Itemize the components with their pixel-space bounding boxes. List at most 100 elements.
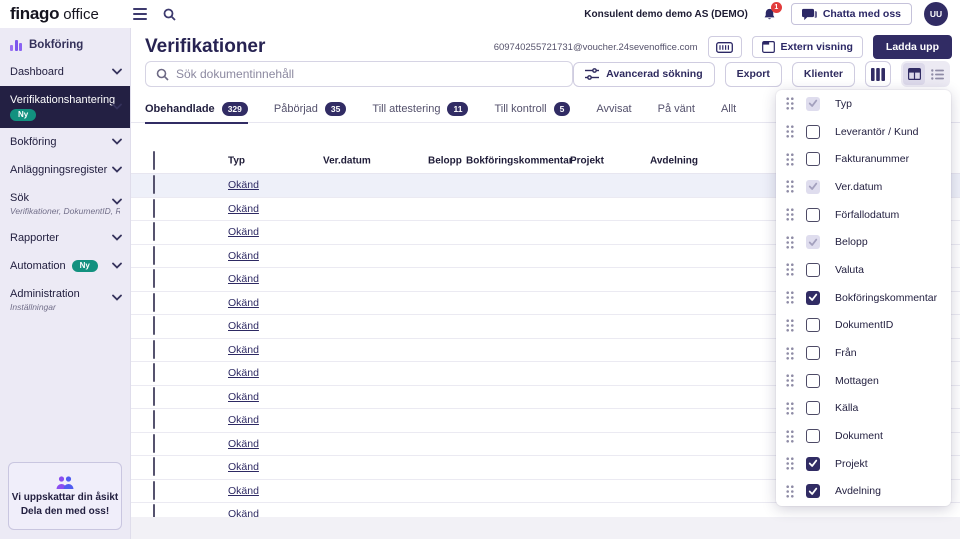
grip-icon[interactable] — [786, 263, 794, 277]
row-checkbox[interactable] — [153, 316, 155, 336]
search-icon[interactable] — [163, 8, 176, 21]
tab-obehandlade[interactable]: Obehandlade 329 — [145, 96, 248, 124]
column-header-belopp[interactable]: Belopp — [428, 155, 462, 166]
grip-icon[interactable] — [786, 402, 794, 415]
column-checkbox[interactable] — [806, 235, 820, 250]
extern-visning-button[interactable]: Extern visning — [751, 36, 863, 58]
row-typ-link[interactable]: Okänd — [228, 273, 259, 285]
column-checkbox[interactable] — [806, 262, 820, 277]
grip-icon[interactable] — [786, 429, 794, 443]
column-checkbox[interactable] — [806, 96, 820, 111]
grip-icon[interactable] — [786, 457, 794, 470]
export-button[interactable]: Export — [724, 61, 782, 87]
grip-icon[interactable] — [786, 374, 794, 387]
row-typ-link[interactable]: Okänd — [228, 391, 259, 403]
column-checkbox[interactable] — [806, 484, 820, 499]
select-all-checkbox[interactable] — [153, 150, 155, 170]
avatar[interactable]: UU — [924, 2, 948, 26]
row-typ-link[interactable]: Okänd — [228, 414, 259, 426]
chat-button[interactable]: Chatta med oss — [790, 3, 912, 25]
column-picker-item-typ[interactable]: Typ — [776, 90, 951, 118]
voucher-keyboard-button[interactable] — [707, 36, 742, 58]
column-picker-item-bokf-ringskommentar[interactable]: Bokföringskommentar — [776, 284, 951, 312]
sidebar-item-administration[interactable]: Administration Inställningar — [0, 280, 130, 320]
column-header-typ[interactable]: Typ — [228, 155, 245, 166]
row-typ-link[interactable]: Okänd — [228, 297, 259, 309]
row-checkbox[interactable] — [153, 480, 155, 500]
row-checkbox[interactable] — [153, 175, 155, 195]
grip-icon[interactable] — [786, 236, 794, 249]
feedback-card[interactable]: Vi uppskattar din åsikt Dela den med oss… — [8, 462, 122, 530]
sidebar-item-dashboard[interactable]: Dashboard — [0, 58, 130, 86]
row-typ-link[interactable]: Okänd — [228, 485, 259, 497]
column-checkbox[interactable] — [806, 401, 820, 416]
column-picker-button[interactable] — [865, 61, 891, 87]
column-picker-item-fakturanummer[interactable]: Fakturanummer — [776, 145, 951, 173]
sidebar-item-rapporter[interactable]: Rapporter — [0, 224, 130, 252]
column-checkbox[interactable] — [806, 456, 820, 471]
column-picker-item-mottagen[interactable]: Mottagen — [776, 367, 951, 395]
account-name[interactable]: Konsulent demo demo AS (DEMO) — [584, 9, 748, 20]
sidebar-item-s-k[interactable]: Sök Verifikationer, DokumentID, R... — [0, 184, 130, 224]
row-typ-link[interactable]: Okänd — [228, 179, 259, 191]
row-typ-link[interactable]: Okänd — [228, 250, 259, 262]
column-picker-item-fr-n[interactable]: Från — [776, 339, 951, 367]
row-checkbox[interactable] — [153, 339, 155, 359]
column-checkbox[interactable] — [806, 373, 820, 388]
column-checkbox[interactable] — [806, 290, 820, 305]
column-picker-item-dokument[interactable]: Dokument — [776, 422, 951, 450]
sidebar-item-anl-ggningsregister[interactable]: Anläggningsregister — [0, 156, 130, 184]
tab-till-kontroll[interactable]: Till kontroll 5 — [494, 96, 571, 123]
row-typ-link[interactable]: Okänd — [228, 320, 259, 332]
grip-icon[interactable] — [786, 180, 794, 194]
row-typ-link[interactable]: Okänd — [228, 367, 259, 379]
column-checkbox[interactable] — [806, 152, 820, 167]
clients-button[interactable]: Klienter — [791, 61, 855, 87]
column-checkbox[interactable] — [806, 179, 820, 194]
row-typ-link[interactable]: Okänd — [228, 344, 259, 356]
column-picker-item-belopp[interactable]: Belopp — [776, 228, 951, 256]
column-picker-item-f-rfallodatum[interactable]: Förfallodatum — [776, 201, 951, 229]
row-checkbox[interactable] — [153, 198, 155, 218]
grip-icon[interactable] — [786, 346, 794, 360]
column-picker-item-avdelning[interactable]: Avdelning — [776, 478, 951, 506]
row-checkbox[interactable] — [153, 222, 155, 242]
column-checkbox[interactable] — [806, 207, 820, 222]
tab-p-v-nt[interactable]: På vänt — [658, 96, 695, 123]
table-view-button[interactable] — [903, 63, 925, 85]
column-picker-item-ver-datum[interactable]: Ver.datum — [776, 173, 951, 201]
search-box[interactable] — [145, 61, 574, 87]
row-checkbox[interactable] — [153, 292, 155, 312]
column-picker-item-leverant-r-kund[interactable]: Leverantör / Kund — [776, 118, 951, 146]
column-header-bokforingskommentar[interactable]: Bokföringskommentar — [466, 155, 573, 166]
row-typ-link[interactable]: Okänd — [228, 461, 259, 473]
grip-icon[interactable] — [786, 319, 794, 332]
sidebar-item-automation[interactable]: Automation Ny — [0, 252, 130, 280]
app-logo[interactable]: finago office — [10, 4, 99, 24]
column-header-avdelning[interactable]: Avdelning — [650, 155, 698, 166]
list-view-button[interactable] — [926, 63, 948, 85]
column-picker-item-dokumentid[interactable]: DokumentID — [776, 312, 951, 340]
tab-till-attestering[interactable]: Till attestering 11 — [372, 96, 469, 123]
row-checkbox[interactable] — [153, 269, 155, 289]
sidebar-item-bokf-ring[interactable]: Bokföring — [0, 128, 130, 156]
notifications-button[interactable]: 1 — [762, 1, 782, 22]
sidebar-section-bokforing[interactable]: Bokföring — [0, 32, 130, 58]
upload-button[interactable]: Ladda upp — [872, 35, 952, 59]
row-checkbox[interactable] — [153, 386, 155, 406]
column-header-verdatum[interactable]: Ver.datum — [323, 155, 371, 166]
row-checkbox[interactable] — [153, 457, 155, 477]
grip-icon[interactable] — [786, 485, 794, 498]
column-checkbox[interactable] — [806, 124, 820, 139]
menu-icon[interactable] — [132, 8, 147, 20]
row-typ-link[interactable]: Okänd — [228, 438, 259, 450]
row-checkbox[interactable] — [153, 410, 155, 430]
row-typ-link[interactable]: Okänd — [228, 203, 259, 215]
grip-icon[interactable] — [786, 97, 794, 110]
column-checkbox[interactable] — [806, 318, 820, 333]
grip-icon[interactable] — [786, 125, 794, 138]
tab-avvisat[interactable]: Avvisat — [596, 96, 631, 123]
tab-p-b-rjad[interactable]: Påbörjad 35 — [274, 96, 347, 123]
sidebar-item-verifikationshantering[interactable]: Verifikationshantering Ny — [0, 86, 130, 128]
column-picker-item-projekt[interactable]: Projekt — [776, 450, 951, 478]
